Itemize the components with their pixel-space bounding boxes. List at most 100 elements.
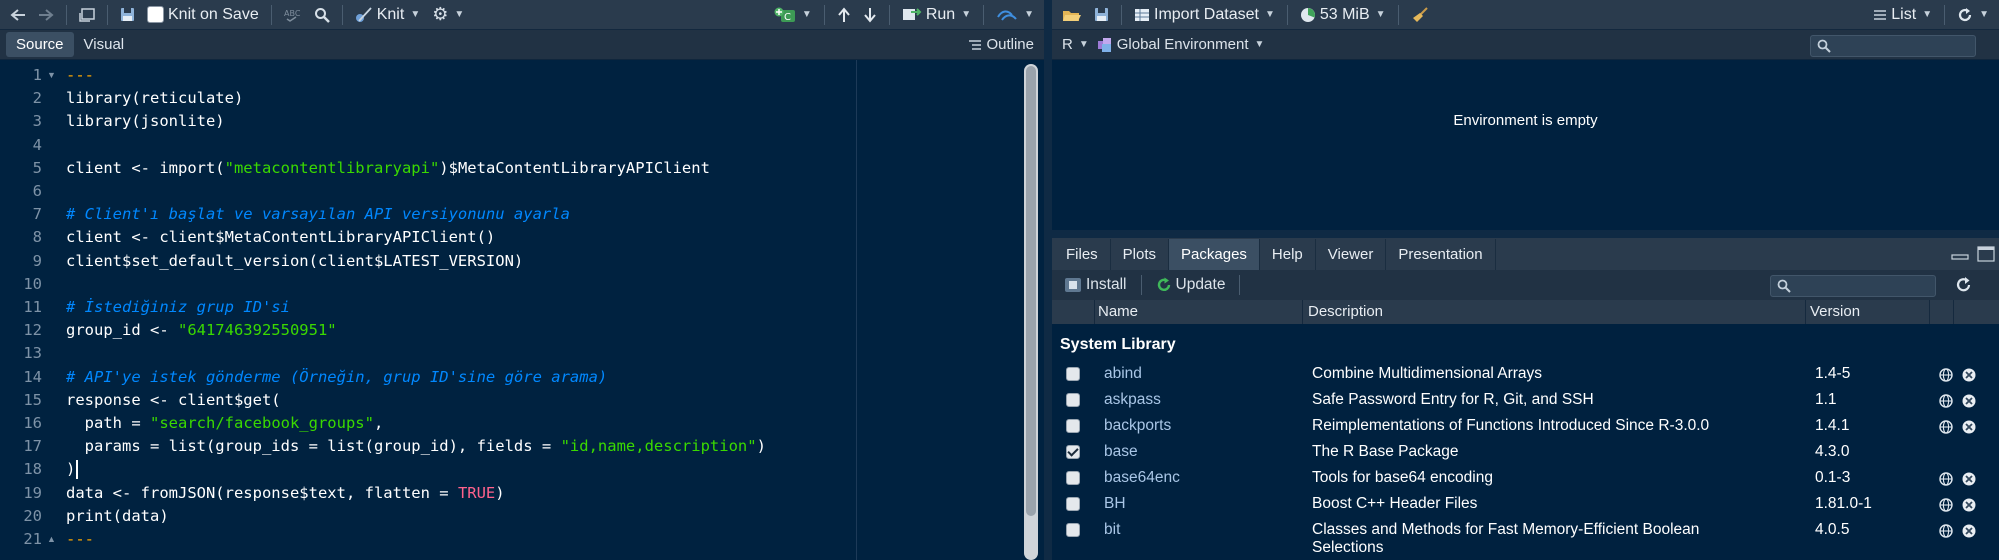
maximize-pane-button[interactable] bbox=[1973, 242, 1999, 266]
import-dataset-button[interactable]: Import Dataset ▼ bbox=[1130, 3, 1279, 27]
next-chunk-button[interactable] bbox=[859, 3, 881, 27]
code-line: client$set_default_version(client$LATEST… bbox=[66, 251, 524, 270]
globe-icon[interactable] bbox=[1939, 498, 1953, 517]
clear-workspace-button[interactable] bbox=[1407, 3, 1433, 27]
toolbar-divider bbox=[1121, 4, 1122, 25]
line-number: 21 bbox=[23, 530, 42, 548]
package-load-checkbox[interactable] bbox=[1066, 497, 1080, 511]
tab-help[interactable]: Help bbox=[1260, 239, 1316, 270]
refresh-packages-button[interactable] bbox=[1951, 273, 1977, 297]
remove-package-icon[interactable] bbox=[1962, 420, 1976, 439]
remove-package-icon[interactable] bbox=[1962, 394, 1976, 413]
globe-icon[interactable] bbox=[1939, 368, 1953, 387]
column-divider bbox=[1805, 300, 1806, 324]
chevron-down-icon: ▼ bbox=[1375, 9, 1386, 20]
outline-button[interactable]: Outline bbox=[964, 33, 1038, 57]
save-workspace-button[interactable] bbox=[1090, 3, 1113, 27]
toolbar-divider bbox=[107, 4, 108, 25]
insert-chunk-button[interactable]: C ▼ bbox=[770, 3, 816, 27]
line-number: 5 bbox=[32, 158, 42, 177]
package-row: bit Classes and Methods for Fast Memory-E… bbox=[1052, 518, 1999, 556]
remove-package-icon[interactable] bbox=[1962, 368, 1976, 387]
code-editor[interactable]: 1 2 3 4 5 6 7 8 9 10 11 12 13 14 15 16 17 18 19 20 21 ▼ ▲ --- … bbox=[0, 60, 1044, 560]
package-load-checkbox[interactable] bbox=[1066, 523, 1080, 537]
package-name-link[interactable]: base64enc bbox=[1104, 469, 1180, 487]
run-button[interactable]: Run ▼ bbox=[898, 3, 975, 27]
back-button[interactable] bbox=[6, 3, 30, 27]
package-name-link[interactable]: BH bbox=[1104, 495, 1126, 513]
tab-viewer[interactable]: Viewer bbox=[1316, 239, 1387, 270]
package-name-link[interactable]: backports bbox=[1104, 417, 1171, 435]
column-header-description[interactable]: Description bbox=[1308, 303, 1383, 320]
memory-usage-label: 53 MiB bbox=[1319, 5, 1370, 23]
line-number: 1 bbox=[32, 66, 42, 84]
knit-button[interactable]: Knit ▼ bbox=[351, 3, 424, 27]
package-load-checkbox[interactable] bbox=[1066, 445, 1080, 459]
fold-up-icon[interactable]: ▲ bbox=[47, 534, 56, 544]
outline-label: Outline bbox=[986, 36, 1034, 53]
memory-usage-button[interactable]: 53 MiB ▼ bbox=[1296, 3, 1390, 27]
visual-mode-tab[interactable]: Visual bbox=[74, 32, 135, 57]
spellcheck-button[interactable]: ABC bbox=[280, 3, 306, 27]
find-replace-button[interactable] bbox=[310, 3, 334, 27]
rerun-button[interactable]: ▼ bbox=[992, 3, 1038, 27]
globe-icon[interactable] bbox=[1939, 524, 1953, 543]
forward-button[interactable] bbox=[34, 3, 58, 27]
code-line: response <- client$get( bbox=[66, 390, 281, 409]
pane-splitter[interactable] bbox=[1044, 0, 1052, 560]
install-packages-button[interactable]: Install bbox=[1060, 273, 1131, 297]
chevron-down-icon: ▼ bbox=[410, 9, 421, 20]
save-button[interactable] bbox=[116, 3, 139, 27]
fold-down-icon[interactable]: ▼ bbox=[47, 70, 56, 80]
code-line: --- bbox=[66, 528, 94, 551]
view-mode-button[interactable]: List ▼ bbox=[1869, 3, 1936, 27]
environment-label: Global Environment bbox=[1116, 36, 1249, 53]
package-load-checkbox[interactable] bbox=[1066, 419, 1080, 433]
language-label: R bbox=[1062, 36, 1073, 53]
package-load-checkbox[interactable] bbox=[1066, 393, 1080, 407]
globe-icon[interactable] bbox=[1939, 472, 1953, 491]
update-packages-button[interactable]: Update bbox=[1152, 273, 1230, 297]
editor-scrollbar[interactable] bbox=[1024, 64, 1038, 560]
packages-search-input[interactable] bbox=[1770, 275, 1936, 297]
package-name-link[interactable]: abind bbox=[1104, 365, 1142, 383]
chevron-down-icon: ▼ bbox=[1922, 9, 1933, 20]
globe-icon[interactable] bbox=[1939, 394, 1953, 413]
view-mode-label: List bbox=[1891, 5, 1917, 23]
knit-on-save-toggle[interactable]: Knit on Save bbox=[143, 3, 263, 27]
globe-icon[interactable] bbox=[1939, 420, 1953, 439]
column-divider bbox=[1094, 300, 1095, 324]
refresh-environment-button[interactable]: ▼ bbox=[1953, 3, 1993, 27]
tab-presentation[interactable]: Presentation bbox=[1386, 239, 1496, 270]
tab-files[interactable]: Files bbox=[1054, 239, 1111, 270]
language-selector[interactable]: R ▼ bbox=[1058, 33, 1093, 57]
environment-body: Environment is empty bbox=[1052, 60, 1999, 230]
library-group-title: System Library bbox=[1060, 336, 1176, 353]
package-load-checkbox[interactable] bbox=[1066, 367, 1080, 381]
previous-chunk-button[interactable] bbox=[833, 3, 855, 27]
environment-search-input[interactable] bbox=[1810, 35, 1976, 57]
package-name-link[interactable]: bit bbox=[1104, 521, 1120, 539]
minimize-pane-button[interactable] bbox=[1947, 242, 1973, 266]
column-header-version[interactable]: Version bbox=[1810, 303, 1860, 320]
remove-package-icon[interactable] bbox=[1962, 498, 1976, 517]
show-in-window-button[interactable] bbox=[75, 3, 99, 27]
pane-splitter-horizontal[interactable] bbox=[1052, 230, 1999, 238]
source-mode-tab[interactable]: Source bbox=[6, 32, 74, 57]
remove-package-icon[interactable] bbox=[1962, 524, 1976, 543]
package-load-checkbox[interactable] bbox=[1066, 471, 1080, 485]
load-workspace-button[interactable] bbox=[1058, 3, 1086, 27]
package-row: base64enc Tools for base64 encoding 0.1-3 bbox=[1052, 466, 1999, 492]
tab-packages[interactable]: Packages bbox=[1169, 239, 1260, 270]
tab-plots[interactable]: Plots bbox=[1111, 239, 1170, 270]
settings-button[interactable]: ⚙ ▼ bbox=[428, 3, 468, 27]
editor-mode-bar: Source Visual Outline bbox=[0, 30, 1044, 60]
environment-selector[interactable]: Global Environment ▼ bbox=[1093, 33, 1269, 57]
remove-package-icon[interactable] bbox=[1962, 472, 1976, 491]
package-name-link[interactable]: base bbox=[1104, 443, 1138, 461]
column-header-name[interactable]: Name bbox=[1098, 303, 1138, 320]
package-name-link[interactable]: askpass bbox=[1104, 391, 1161, 409]
knit-on-save-checkbox[interactable] bbox=[147, 6, 164, 23]
scrollbar-thumb[interactable] bbox=[1026, 66, 1036, 516]
chevron-down-icon: ▼ bbox=[801, 9, 812, 20]
